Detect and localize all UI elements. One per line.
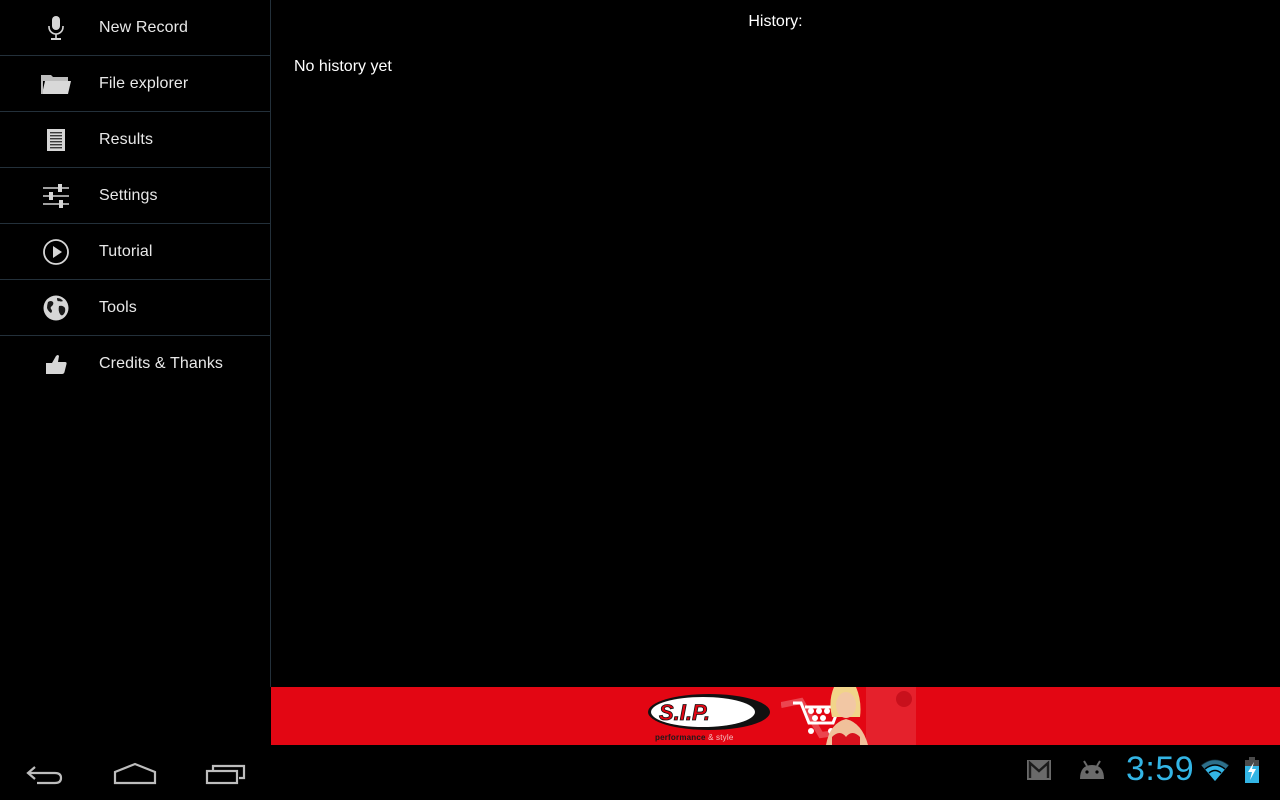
- wifi-icon: [1200, 758, 1230, 781]
- microphone-icon: [36, 12, 76, 44]
- document-icon: [36, 124, 76, 156]
- menu-item-label: Tools: [99, 298, 137, 316]
- thumbs-up-icon: [36, 348, 76, 380]
- menu-item-label: Results: [99, 130, 154, 148]
- system-navigation-bar: 3:59: [0, 746, 1280, 800]
- menu-item-tools[interactable]: Tools: [0, 280, 270, 336]
- back-icon: [26, 766, 63, 785]
- menu-item-settings[interactable]: Settings: [0, 168, 270, 224]
- status-clock: 3:59: [1126, 750, 1195, 788]
- home-button[interactable]: [105, 754, 165, 794]
- menu-item-new-record[interactable]: New Record: [0, 0, 270, 56]
- recent-apps-button[interactable]: [196, 754, 256, 794]
- menu-item-label: Tutorial: [99, 242, 153, 260]
- globe-icon: [36, 292, 76, 324]
- android-debug-icon[interactable]: [1078, 759, 1106, 781]
- recent-apps-icon: [205, 764, 246, 785]
- battery-charging-icon: [1245, 757, 1259, 783]
- menu-item-label: Credits & Thanks: [99, 355, 224, 372]
- home-icon: [113, 762, 157, 785]
- sip-logo: S.I.P.: [648, 694, 770, 730]
- menu-item-results[interactable]: Results: [0, 112, 270, 168]
- ad-banner[interactable]: S.I.P. performance & style: [271, 687, 1280, 745]
- history-panel: History: No history yet: [271, 0, 1280, 687]
- folder-icon: [36, 68, 76, 100]
- menu-item-tutorial[interactable]: Tutorial: [0, 224, 270, 280]
- navigation-drawer: New Record File explorer Results Setting…: [0, 0, 270, 746]
- history-empty-message: No history yet: [294, 58, 392, 75]
- gmail-icon[interactable]: [1026, 759, 1052, 781]
- menu-item-label: File explorer: [99, 74, 189, 92]
- menu-item-credits[interactable]: Credits & Thanks: [0, 336, 270, 392]
- ad-tagline: performance & style: [655, 733, 734, 742]
- menu-item-label: Settings: [99, 186, 158, 204]
- play-circle-icon: [36, 236, 76, 268]
- menu-item-label: New Record: [99, 18, 189, 36]
- ad-model-image: [826, 687, 916, 745]
- sliders-icon: [36, 180, 76, 212]
- menu-item-file-explorer[interactable]: File explorer: [0, 56, 270, 112]
- history-title: History:: [748, 13, 803, 30]
- back-button[interactable]: [15, 754, 75, 794]
- sip-logo-text: S.I.P.: [659, 700, 710, 725]
